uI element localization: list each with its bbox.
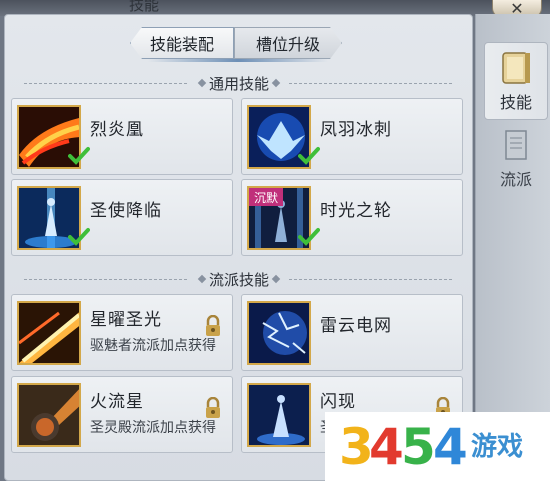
- lock-icon: [206, 315, 220, 336]
- svg-text:3: 3: [339, 418, 372, 474]
- tab-skill-loadout[interactable]: 技能装配: [130, 27, 234, 59]
- skill-card[interactable]: 圣使降临: [11, 179, 233, 256]
- section-general-header: 通用技能: [14, 72, 464, 94]
- svg-text:5: 5: [401, 418, 434, 474]
- skill-name: 圣使降临: [90, 201, 162, 221]
- section-general-title: 通用技能: [209, 74, 270, 93]
- fire-meteor-icon: [17, 383, 81, 447]
- skill-name: 雷云电网: [320, 316, 392, 336]
- lock-icon: [206, 397, 220, 418]
- rail-item-skills[interactable]: 技能: [484, 42, 548, 120]
- skill-book-icon: [502, 52, 530, 84]
- svg-text:4: 4: [369, 418, 402, 474]
- skill-card[interactable]: 烈炎凰: [11, 98, 233, 175]
- skill-requirement: 驱魅者流派加点获得: [90, 338, 216, 354]
- right-rail: 技能 流派: [475, 14, 550, 481]
- skill-name: 烈炎凰: [90, 120, 144, 140]
- window-title: 技能: [128, 0, 159, 14]
- skill-card[interactable]: 火流星 圣灵殿流派加点获得: [11, 376, 233, 453]
- tab-bar: 技能装配 槽位升级: [130, 27, 342, 59]
- equipped-check-icon: [298, 228, 320, 246]
- skill-name: 闪现: [320, 392, 356, 412]
- svg-text:4: 4: [433, 418, 466, 474]
- rail-item-faction[interactable]: 流派: [484, 120, 548, 198]
- equipped-check-icon: [298, 147, 320, 165]
- faction-scroll-icon: [505, 130, 527, 160]
- skill-card[interactable]: 沉默 时光之轮: [241, 179, 463, 256]
- skill-card[interactable]: 雷云电网: [241, 294, 463, 371]
- section-faction-title: 流派技能: [209, 270, 270, 289]
- skill-name: 火流星: [90, 392, 144, 412]
- skill-card[interactable]: 凤羽冰刺: [241, 98, 463, 175]
- tab-underline: [148, 59, 328, 62]
- skill-name: 星曜圣光: [90, 310, 162, 330]
- star-light-icon: [17, 301, 81, 365]
- skill-requirement: 圣灵殿流派加点获得: [90, 420, 216, 436]
- skill-name: 凤羽冰刺: [320, 120, 392, 140]
- silence-tag: 沉默: [249, 188, 283, 206]
- equipped-check-icon: [68, 147, 90, 165]
- blink-icon: [247, 383, 311, 447]
- rail-label-faction: 流派: [499, 170, 532, 189]
- skill-card[interactable]: 星曜圣光 驱魅者流派加点获得: [11, 294, 233, 371]
- section-faction-header: 流派技能: [14, 268, 464, 290]
- watermark-digits: 3 4 5 4: [339, 418, 468, 474]
- thunder-net-icon: [247, 301, 311, 365]
- tab-slot-upgrade[interactable]: 槽位升级: [234, 27, 342, 59]
- equipped-check-icon: [68, 228, 90, 246]
- skill-name: 时光之轮: [320, 201, 392, 221]
- site-watermark: 3 4 5 4 游戏: [325, 412, 550, 481]
- rail-label-skills: 技能: [499, 93, 532, 112]
- watermark-text: 游戏: [471, 432, 524, 462]
